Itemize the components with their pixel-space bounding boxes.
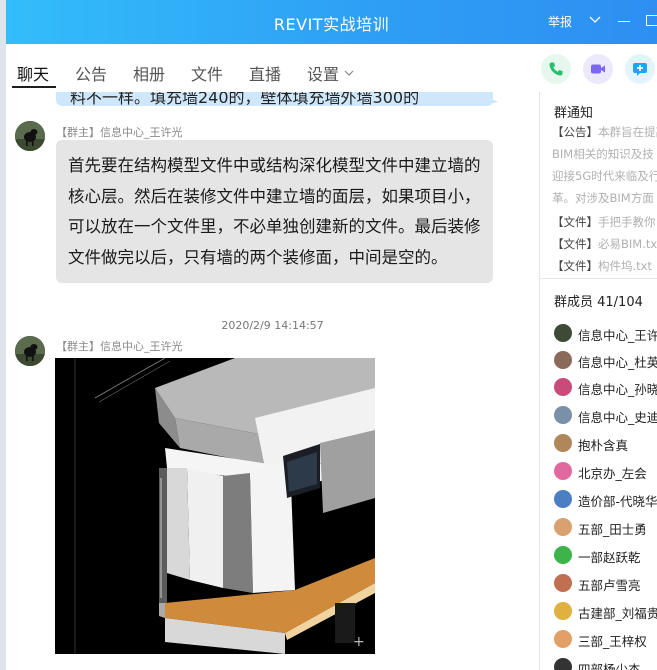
phone-icon <box>549 62 563 76</box>
notice-announcement[interactable]: 【公告】本群旨在提高 <box>552 124 657 140</box>
minimize-button[interactable] <box>618 21 630 22</box>
avatar[interactable] <box>15 121 45 151</box>
sender-name: 【群主】信息中心_王许光 <box>56 124 183 140</box>
video-camera-icon <box>591 64 605 74</box>
settings-chevron-down-icon[interactable] <box>344 68 354 78</box>
sender-role-badge: 【群主】 <box>56 126 100 139</box>
message-timestamp: 2020/2/9 14:14:57 <box>221 319 324 332</box>
dog-avatar-icon <box>15 336 45 366</box>
tab-files[interactable]: 文件 <box>191 61 223 85</box>
notice-line: 革。对涉及BIM方面 <box>552 191 654 205</box>
tab-bar: 聊天 公告 相册 文件 直播 设置 <box>6 44 657 92</box>
dog-avatar-icon <box>15 121 45 151</box>
group-chat-window: REVIT实战培训 举报 聊天 公告 相册 文件 直播 设置 料不一样。填充墙2… <box>6 0 657 670</box>
notice-file[interactable]: 【文件】手把手教你 <box>552 214 656 230</box>
avatar <box>554 434 572 452</box>
sender-name: 【群主】信息中心_王许光 <box>56 338 183 354</box>
active-tab-indicator <box>12 86 56 88</box>
avatar[interactable] <box>15 336 45 366</box>
avatar <box>554 630 572 648</box>
message-bubble[interactable]: 首先要在结构模型文件中或结构深化模型文件中建立墙的核心层。然后在装修文件中建立墙… <box>56 140 493 283</box>
bubble-tail-icon <box>482 94 498 106</box>
avatar <box>554 406 572 424</box>
tab-settings[interactable]: 设置 <box>307 61 339 85</box>
avatar <box>554 462 572 480</box>
group-info-panel: 群通知 【公告】本群旨在提高 BIM相关的知识及技 迎接5G时代来临及行 革。对… <box>540 92 657 670</box>
sender-name-text: 信息中心_王许光 <box>100 126 183 139</box>
notice-file[interactable]: 【文件】必易BIM.txt <box>552 236 657 252</box>
avatar <box>554 602 572 620</box>
tab-live[interactable]: 直播 <box>249 61 281 85</box>
share-icon <box>633 63 647 76</box>
avatar <box>554 518 572 536</box>
sender-role-badge: 【群主】 <box>56 340 100 353</box>
chevron-down-icon[interactable] <box>588 12 602 26</box>
message-image[interactable]: + <box>55 358 375 654</box>
tab-announcement[interactable]: 公告 <box>75 61 107 85</box>
members-title: 群成员 41/104 <box>554 295 643 310</box>
previous-message-bubble: 料不一样。填充墙240的，壁体填充墙外墙300的 <box>56 92 493 106</box>
maximize-button[interactable] <box>646 15 657 26</box>
avatar <box>554 490 572 508</box>
avatar <box>554 324 572 342</box>
video-call-button[interactable] <box>583 54 613 84</box>
notice-line: BIM相关的知识及技 <box>552 147 654 161</box>
avatar <box>554 378 572 396</box>
chat-message-area[interactable]: 料不一样。填充墙240的，壁体填充墙外墙300的 【群主】信息中心_王许光 首先… <box>6 92 539 670</box>
report-link[interactable]: 举报 <box>548 13 572 30</box>
svg-text:+: + <box>353 634 365 650</box>
tab-chat[interactable]: 聊天 <box>17 61 49 85</box>
avatar <box>554 574 572 592</box>
voice-call-button[interactable] <box>541 54 571 84</box>
title-bar: REVIT实战培训 举报 <box>6 0 657 44</box>
sender-name-text: 信息中心_王许光 <box>100 340 183 353</box>
notice-title: 群通知 <box>554 106 594 121</box>
panel-separator <box>540 278 657 279</box>
screen-share-button[interactable] <box>625 54 655 84</box>
building-model-illustration: + <box>55 358 375 654</box>
notice-line: 迎接5G时代来临及行 <box>552 169 657 183</box>
notice-file[interactable]: 【文件】构件坞.txt <box>552 258 652 274</box>
avatar <box>554 351 572 369</box>
avatar <box>554 658 572 670</box>
avatar <box>554 546 572 564</box>
tab-album[interactable]: 相册 <box>133 61 165 85</box>
